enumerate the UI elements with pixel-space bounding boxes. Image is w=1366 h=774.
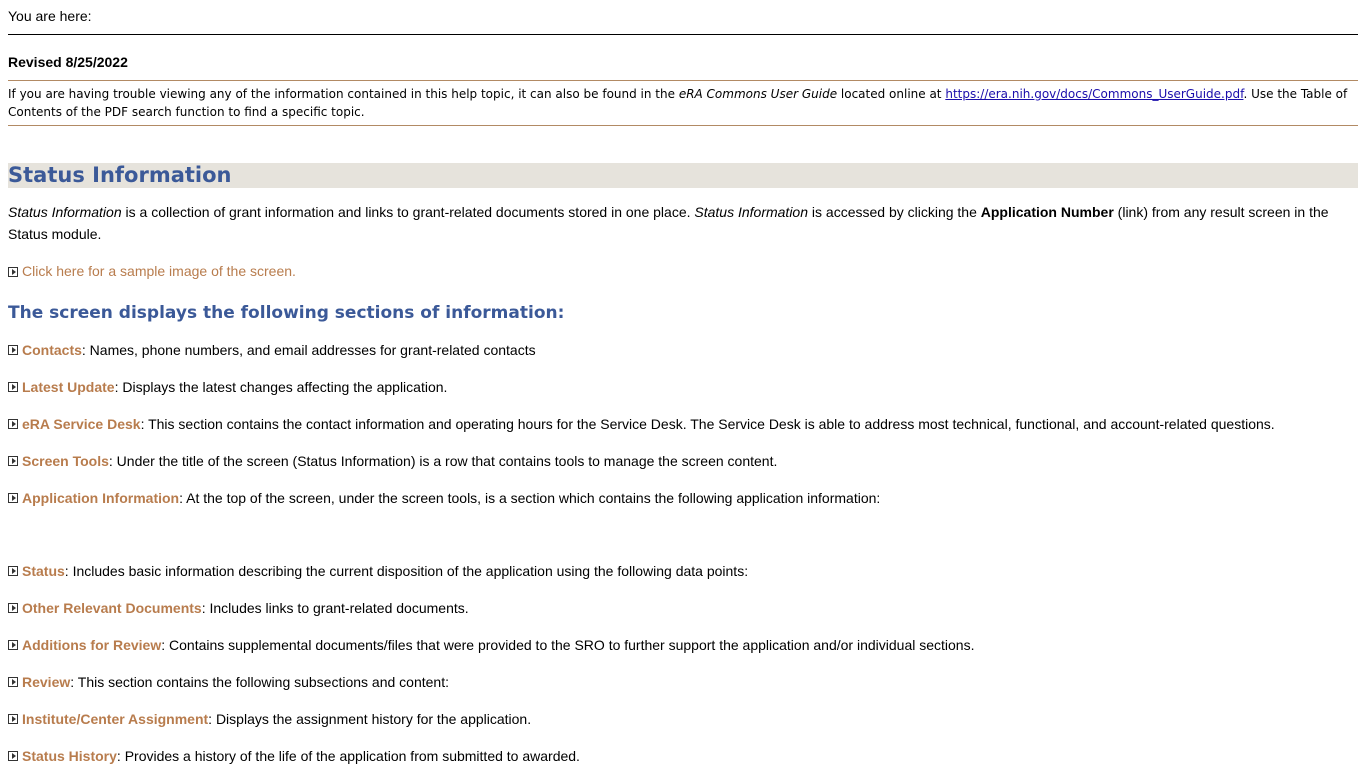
expand-arrow-icon (8, 566, 18, 576)
section-desc: : At the top of the screen, under the sc… (179, 489, 881, 506)
intro-strong: Application Number (980, 204, 1114, 220)
section-desc: : Includes basic information describing … (64, 562, 749, 579)
section-desc: : This section contains the following su… (70, 673, 449, 690)
expand-arrow-icon (8, 640, 18, 650)
expand-arrow-icon (8, 345, 18, 355)
intro-paragraph: Status Information is a collection of gr… (8, 201, 1358, 245)
section-term[interactable]: Latest Update (22, 379, 115, 395)
section-term[interactable]: Additions for Review (22, 637, 161, 653)
sections-heading: The screen displays the following sectio… (8, 303, 565, 323)
breadcrumb-divider (8, 34, 1358, 35)
section-term[interactable]: eRA Service Desk (22, 416, 141, 432)
expand-arrow-icon (8, 382, 18, 392)
expand-arrow-icon (8, 493, 18, 503)
expand-arrow-icon (8, 456, 18, 466)
section-term[interactable]: Status History (22, 748, 117, 764)
section-term[interactable]: Application Information (22, 490, 179, 506)
expand-arrow-icon (8, 266, 18, 277)
breadcrumb: You are here: (8, 8, 92, 24)
section-item-additions-for-review[interactable]: Additions for Review: Contains supplemen… (8, 626, 1358, 663)
section-list: Contacts: Names, phone numbers, and emai… (8, 331, 1358, 774)
section-term[interactable]: Review (22, 674, 70, 690)
section-item-contacts[interactable]: Contacts: Names, phone numbers, and emai… (8, 331, 1358, 368)
section-item-review[interactable]: Review: This section contains the follow… (8, 663, 1358, 700)
section-desc: : Includes links to grant-related docume… (201, 599, 469, 616)
notice-prefix: If you are having trouble viewing any of… (8, 87, 679, 101)
intro-text-1: is a collection of grant information and… (121, 204, 695, 220)
help-page: You are here: Revised 8/25/2022 If you a… (0, 0, 1366, 774)
revised-date: Revised 8/25/2022 (8, 54, 128, 70)
section-item-application-information[interactable]: Application Information: At the top of t… (8, 479, 1358, 516)
section-term[interactable]: Status (22, 563, 65, 579)
notice-middle: located online at (837, 87, 946, 101)
intro-text-2: is accessed by clicking the (808, 204, 981, 220)
section-item-status[interactable]: Status: Includes basic information descr… (8, 552, 1358, 589)
page-title: Status Information (8, 163, 1358, 188)
intro-em-2: Status Information (694, 204, 809, 220)
sample-image-toggle[interactable]: Click here for a sample image of the scr… (8, 260, 1358, 282)
section-desc: : Under the title of the screen (Status … (108, 452, 778, 469)
section-item-status-history[interactable]: Status History: Provides a history of th… (8, 737, 1358, 774)
section-term[interactable]: Contacts (22, 342, 82, 358)
intro-em-1: Status Information (8, 204, 122, 220)
section-desc: : Displays the assignment history for th… (208, 710, 532, 727)
sample-image-link[interactable]: Click here for a sample image of the scr… (22, 261, 296, 281)
section-item-institute-center-assignment[interactable]: Institute/Center Assignment: Displays th… (8, 700, 1358, 737)
expand-arrow-icon (8, 714, 18, 724)
section-desc: : Names, phone numbers, and email addres… (81, 341, 536, 358)
section-item-other-relevant-documents[interactable]: Other Relevant Documents: Includes links… (8, 589, 1358, 626)
expand-arrow-icon (8, 419, 18, 429)
section-desc: : Contains supplemental documents/files … (161, 636, 975, 653)
section-term[interactable]: Institute/Center Assignment (22, 711, 208, 727)
section-desc: : Displays the latest changes affecting … (114, 378, 448, 395)
expand-arrow-icon (8, 603, 18, 613)
pdf-notice: If you are having trouble viewing any of… (8, 81, 1358, 125)
section-term[interactable]: Screen Tools (22, 453, 109, 469)
expand-arrow-icon (8, 751, 18, 761)
section-item-latest-update[interactable]: Latest Update: Displays the latest chang… (8, 368, 1358, 405)
notice-guide-name: eRA Commons User Guide (678, 87, 838, 101)
section-item-service-desk[interactable]: eRA Service Desk: This section contains … (8, 405, 1358, 442)
section-item-screen-tools[interactable]: Screen Tools: Under the title of the scr… (8, 442, 1358, 479)
section-desc: : This section contains the contact info… (140, 415, 1275, 432)
section-term[interactable]: Other Relevant Documents (22, 600, 202, 616)
section-desc: : Provides a history of the life of the … (116, 747, 580, 764)
expand-arrow-icon (8, 677, 18, 687)
notice-bottom-divider (8, 125, 1358, 126)
user-guide-pdf-link[interactable]: https://era.nih.gov/docs/Commons_UserGui… (945, 87, 1243, 101)
